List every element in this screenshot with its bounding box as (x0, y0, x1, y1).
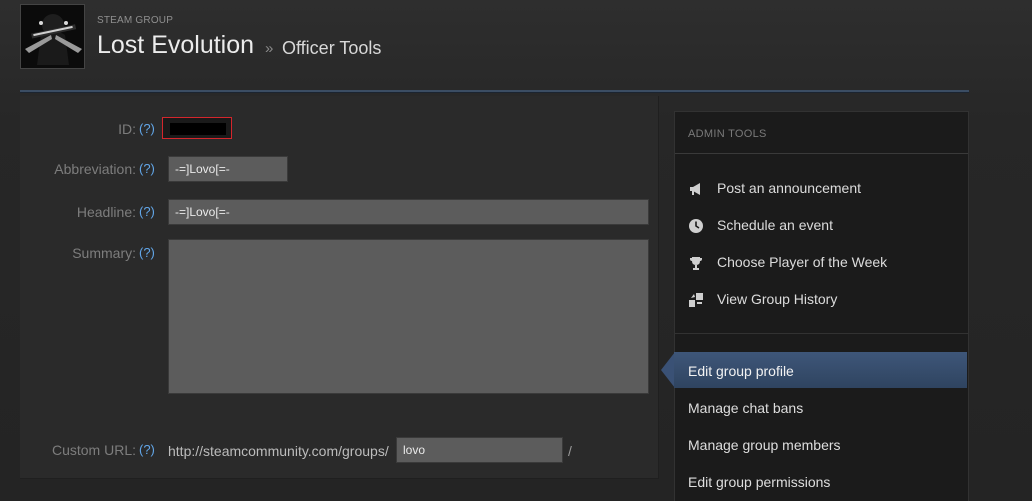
nav-item-label: Edit group profile (688, 363, 794, 379)
nav-manage-chat-bans[interactable]: Manage chat bans (674, 389, 967, 425)
schedule-event-link[interactable]: Schedule an event (688, 215, 958, 237)
history-icon (688, 292, 704, 308)
player-of-week-label: Choose Player of the Week (717, 254, 888, 270)
page-title: Officer Tools (282, 38, 382, 58)
admin-tools-divider (675, 153, 968, 154)
nav-manage-group-members[interactable]: Manage group members (674, 426, 967, 462)
abbreviation-label: Abbreviation: (54, 161, 136, 177)
custom-url-input[interactable] (396, 437, 563, 463)
breadcrumb-separator: » (265, 40, 274, 57)
group-kicker: STEAM GROUP (97, 15, 174, 26)
admin-tools-title: ADMIN TOOLS (688, 128, 767, 140)
player-of-week-link[interactable]: Choose Player of the Week (688, 252, 958, 274)
headline-label: Headline: (76, 204, 136, 220)
group-header: STEAM GROUP Lost Evolution » Officer Too… (0, 0, 1032, 93)
custom-url-suffix: / (568, 443, 572, 459)
id-help-link[interactable]: (?) (139, 121, 155, 136)
abbreviation-help-link[interactable]: (?) (139, 161, 155, 176)
trophy-icon (688, 255, 704, 271)
post-announcement-link[interactable]: Post an announcement (688, 178, 958, 200)
headline-input[interactable] (168, 199, 649, 225)
nav-item-label: Manage group members (688, 437, 841, 453)
summary-label: Summary: (72, 245, 136, 261)
group-id-field (162, 117, 232, 139)
clock-icon (688, 218, 704, 234)
custom-url-help-link[interactable]: (?) (139, 442, 155, 457)
group-name[interactable]: Lost Evolution (97, 31, 254, 60)
group-avatar-image (21, 5, 84, 68)
nav-edit-group-profile[interactable]: Edit group profile (674, 352, 967, 388)
redacted-id-value (170, 123, 226, 135)
nav-item-label: Manage chat bans (688, 400, 804, 416)
schedule-event-label: Schedule an event (717, 217, 833, 233)
group-history-label: View Group History (717, 291, 838, 307)
custom-url-label: Custom URL: (51, 442, 136, 458)
nav-edit-group-permissions[interactable]: Edit group permissions (674, 463, 967, 499)
group-avatar[interactable] (20, 4, 85, 69)
summary-help-link[interactable]: (?) (139, 245, 155, 260)
group-history-link[interactable]: View Group History (688, 289, 958, 311)
nav-item-label: Edit group permissions (688, 474, 831, 490)
custom-url-prefix: http://steamcommunity.com/groups/ (168, 443, 389, 459)
admin-tools-panel: ADMIN TOOLS Post an announcement Schedul… (674, 111, 969, 334)
summary-textarea[interactable] (168, 239, 649, 394)
megaphone-icon (688, 181, 704, 197)
active-nav-pointer (661, 352, 675, 388)
post-announcement-label: Post an announcement (717, 180, 861, 196)
headline-help-link[interactable]: (?) (139, 204, 155, 219)
id-label: ID: (118, 121, 136, 137)
header-divider (20, 90, 969, 93)
abbreviation-input[interactable] (168, 156, 288, 182)
